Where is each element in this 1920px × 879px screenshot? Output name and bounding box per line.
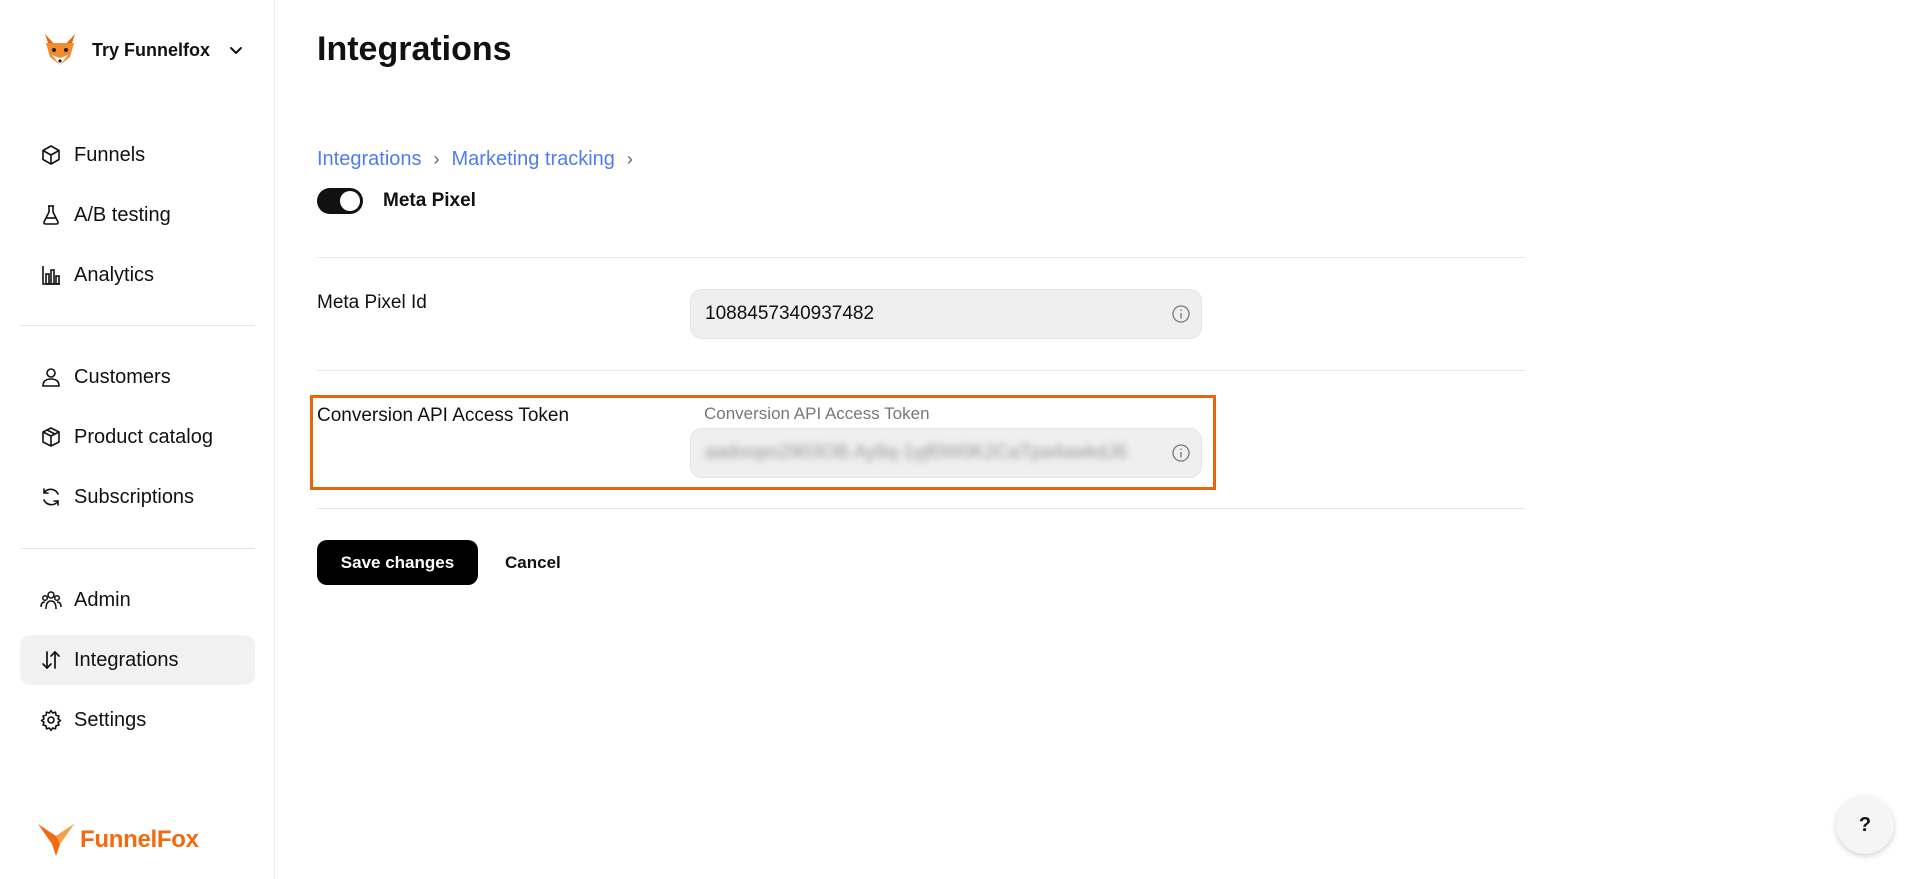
section-divider: [317, 257, 1525, 258]
sidebar-item-analytics[interactable]: Analytics: [20, 250, 255, 300]
access-token-value: aadoopo2903OB.Ay8q-1yjf0W0K2CaTpa4awkdJ6: [705, 442, 1128, 463]
section-divider: [317, 370, 1525, 371]
nav-group-system: Admin Integrations Settings: [20, 575, 255, 755]
sidebar-item-label: Product catalog: [74, 425, 213, 448]
sidebar-item-funnels[interactable]: Funnels: [20, 130, 255, 180]
chevron-right-icon: ›: [626, 149, 633, 169]
access-token-label: Conversion API Access Token: [317, 405, 570, 426]
user-icon: [42, 368, 60, 387]
workspace-name: Try Funnelfox: [92, 39, 211, 60]
chevron-down-icon: [230, 47, 243, 54]
chevron-right-icon: ›: [433, 149, 440, 169]
nav-group-data: Customers Product catalog Subscriptions: [20, 352, 255, 532]
brand-name: FunnelFox: [80, 826, 199, 853]
pixel-id-input[interactable]: 1088457340937482: [690, 289, 1202, 339]
help-button[interactable]: ?: [1836, 796, 1894, 854]
sidebar-item-label: Customers: [74, 365, 171, 388]
sidebar-item-settings[interactable]: Settings: [20, 695, 255, 745]
sidebar-item-ab-testing[interactable]: A/B testing: [20, 190, 255, 240]
sidebar-item-label: Analytics: [74, 263, 155, 286]
brand-logo: FunnelFox: [36, 822, 199, 858]
integration-toggle-row: Meta Pixel: [317, 188, 476, 214]
access-token-floating-label: Conversion API Access Token: [704, 404, 930, 423]
sidebar-divider: [20, 325, 255, 326]
sidebar-item-label: Subscriptions: [74, 485, 195, 508]
access-token-input[interactable]: aadoopo2903OB.Ay8q-1yjf0W0K2CaTpa4awkdJ6: [690, 428, 1202, 478]
sidebar-item-subscriptions[interactable]: Subscriptions: [20, 472, 255, 522]
arrows-updown-icon: [42, 651, 60, 669]
funnelfox-logo-icon: [38, 824, 74, 856]
gear-icon: [40, 709, 62, 731]
sidebar-item-product-catalog[interactable]: Product catalog: [20, 412, 255, 462]
admin-users-icon: [40, 591, 62, 610]
breadcrumb-link-integrations[interactable]: Integrations: [317, 148, 422, 171]
workspace-switcher[interactable]: Try Funnelfox: [40, 31, 244, 69]
integration-name: Meta Pixel: [383, 190, 476, 211]
breadcrumb-link-marketing-tracking[interactable]: Marketing tracking: [452, 148, 615, 171]
fox-logo-icon: [45, 34, 75, 65]
sidebar-divider: [20, 548, 255, 549]
sidebar: Try Funnelfox Funnels A/B testing Analyt…: [0, 0, 275, 879]
refresh-icon: [43, 488, 59, 506]
sidebar-item-admin[interactable]: Admin: [20, 575, 255, 625]
meta-pixel-toggle[interactable]: [317, 188, 363, 214]
sidebar-item-customers[interactable]: Customers: [20, 352, 255, 402]
pixel-id-label: Meta Pixel Id: [317, 292, 427, 313]
flask-icon: [43, 205, 59, 225]
pixel-id-value: 1088457340937482: [705, 303, 875, 324]
save-changes-button[interactable]: Save changes: [317, 540, 478, 585]
sidebar-item-label: Settings: [74, 708, 147, 731]
page-title: Integrations: [317, 30, 512, 68]
sidebar-item-integrations[interactable]: Integrations: [20, 635, 255, 685]
cancel-button[interactable]: Cancel: [493, 540, 573, 585]
cube-icon: [42, 145, 60, 165]
info-icon[interactable]: [1171, 304, 1191, 324]
bar-chart-icon: [42, 266, 60, 285]
main-content: Integrations Integrations › Marketing tr…: [275, 0, 1920, 879]
info-icon[interactable]: [1171, 443, 1191, 463]
sidebar-item-label: Admin: [74, 588, 131, 611]
section-divider: [317, 508, 1525, 509]
sidebar-item-label: A/B testing: [74, 203, 171, 226]
toggle-knob: [340, 191, 360, 211]
nav-group-main: Funnels A/B testing Analytics: [20, 130, 255, 310]
sidebar-item-label: Funnels: [74, 143, 146, 166]
box-icon: [42, 427, 60, 447]
sidebar-item-label: Integrations: [74, 648, 179, 671]
breadcrumb: Integrations › Marketing tracking ›: [317, 148, 633, 171]
